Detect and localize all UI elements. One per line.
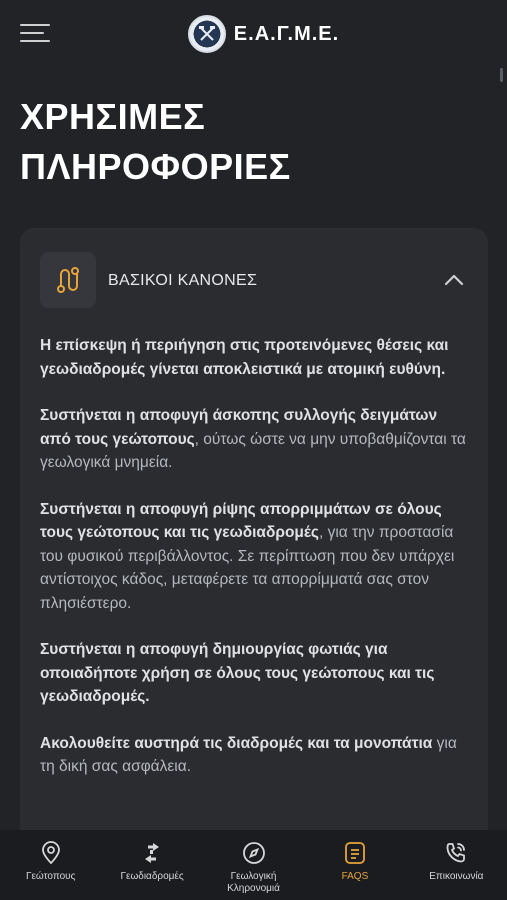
directions-icon [145, 843, 160, 863]
nav-item-geodiadromes[interactable]: Γεωδιαδρομές [101, 830, 202, 900]
nav-label: FAQS [341, 871, 369, 882]
bottom-nav: Γεώτοπους Γεωδιαδρομές Γεωλογική Κληρονο… [0, 830, 507, 900]
accordion-header[interactable]: ΒΑΣΙΚΟΙ ΚΑΝΟΝΕΣ [20, 228, 488, 333]
scrollbar[interactable] [500, 68, 503, 82]
nav-item-contact[interactable]: Επικοινωνία [406, 830, 507, 900]
nav-item-geotopoi[interactable]: Γεώτοπους [0, 830, 101, 900]
rule-paragraph: Συστήνεται η αποφυγή ρίψης απορριμμάτων … [40, 500, 455, 612]
brand-name: Ε.Α.Γ.Μ.Ε. [233, 22, 340, 45]
route-icon [40, 252, 96, 308]
location-pin-icon [41, 841, 60, 865]
compass-icon [242, 842, 265, 864]
nav-label: Γεωλογική Κληρονομιά [227, 871, 280, 894]
rule-paragraph: Συστήνεται η αποφυγή δημιουργίας φωτιάς … [40, 641, 435, 705]
rule-paragraph: Ακολουθείτε αυστηρά τις διαδρομές και τα… [40, 734, 457, 776]
accordion-title: ΒΑΣΙΚΟΙ ΚΑΝΟΝΕΣ [108, 272, 258, 289]
nav-label: Γεώτοπους [25, 871, 76, 882]
rule-paragraph: Η επίσκεψη ή περιήγηση στις προτεινόμενε… [40, 337, 449, 378]
hamburger-menu-icon[interactable] [20, 24, 50, 46]
rule-paragraph: Συστήνεται η αποφυγή άσκοπης συλλογής δε… [40, 407, 466, 471]
phone-icon [446, 843, 466, 863]
brand[interactable]: Ε.Α.Γ.Μ.Ε. [187, 15, 340, 53]
accordion-card: ΒΑΣΙΚΟΙ ΚΑΝΟΝΕΣ Η επίσκεψη ή περιήγηση σ… [20, 228, 488, 868]
nav-item-faqs[interactable]: FAQS [304, 830, 405, 900]
nav-label: Γεωδιαδρομές [120, 871, 184, 882]
nav-item-geological-heritage[interactable]: Γεωλογική Κληρονομιά [203, 830, 304, 900]
chevron-up-icon[interactable] [442, 268, 466, 292]
app-header: Ε.Α.Γ.Μ.Ε. [0, 0, 507, 70]
eagme-logo-icon [187, 15, 226, 53]
faq-document-icon [345, 842, 365, 864]
nav-label: Επικοινωνία [429, 871, 484, 882]
accordion-body: Η επίσκεψη ή περιήγηση στις προτεινόμενε… [40, 334, 472, 802]
page-title: ΧΡΗΣΙΜΕΣ ΠΛΗΡΟΦΟΡΙΕΣ [20, 96, 291, 187]
